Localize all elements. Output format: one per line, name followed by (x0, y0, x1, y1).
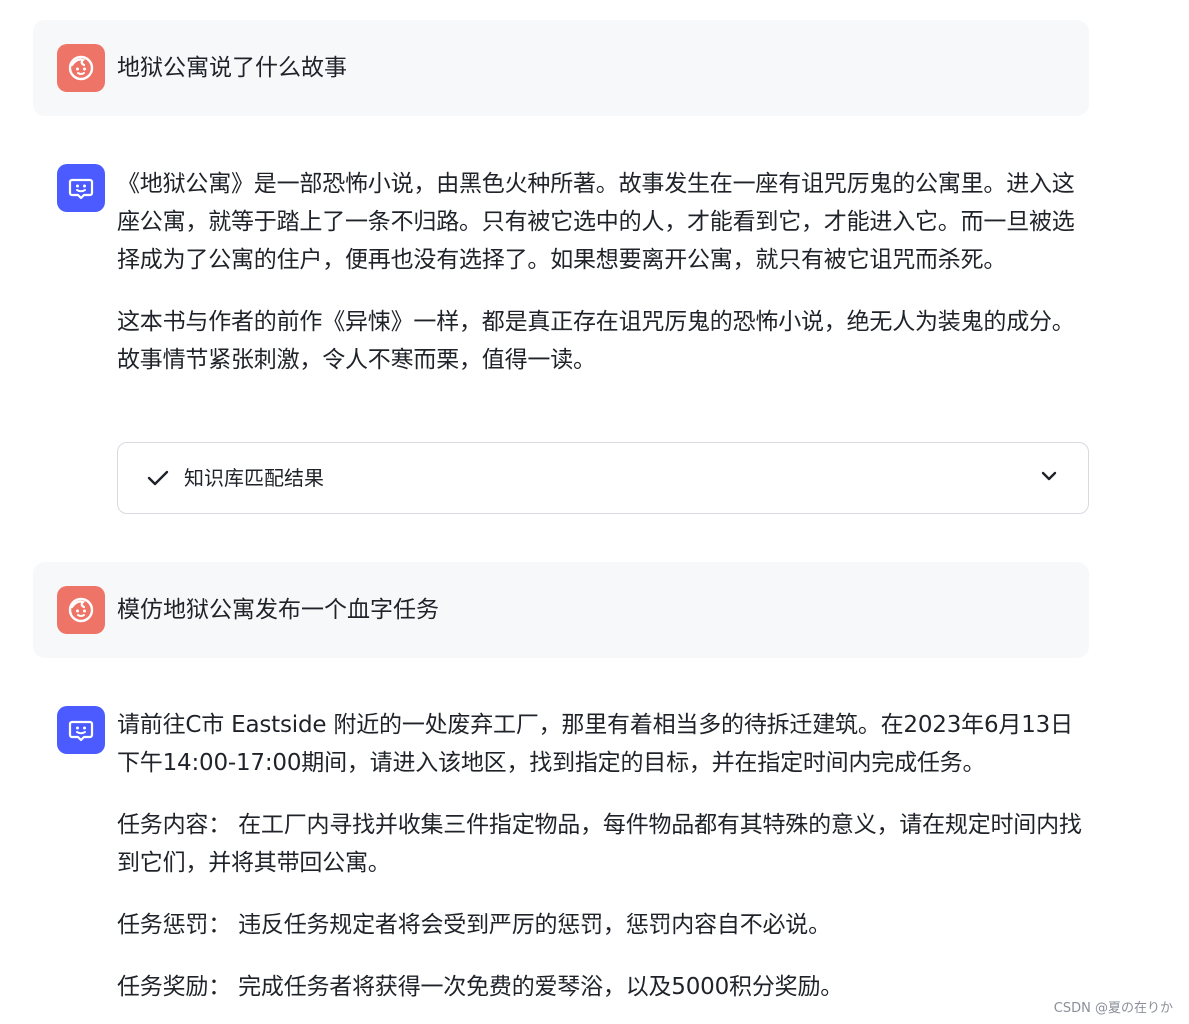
user-message-1: 地狱公寓说了什么故事 (33, 20, 1089, 116)
user-face-icon (68, 597, 94, 623)
user-face-icon (68, 55, 94, 81)
bot-message-body: 请前往C市 Eastside 附近的一处废弃工厂，那里有着相当多的待拆迁建筑。在… (117, 706, 1092, 1006)
knowledge-base-label: 知识库匹配结果 (184, 466, 324, 490)
answer-paragraph: 任务内容： 在工厂内寻找并收集三件指定物品，每件物品都有其特殊的意义，请在规定时… (117, 812, 1082, 876)
user-message-text: 地狱公寓说了什么故事 (117, 55, 347, 81)
chat-bot-icon (68, 720, 94, 742)
answer-paragraph: 请前往C市 Eastside 附近的一处废弃工厂，那里有着相当多的待拆迁建筑。在… (117, 712, 1073, 776)
answer-paragraph: 这本书与作者的前作《异悚》一样，都是真正存在诅咒厉鬼的恐怖小说，绝无人为装鬼的成… (117, 309, 1075, 373)
user-message-text: 模仿地狱公寓发布一个血字任务 (117, 597, 439, 623)
user-message-2: 模仿地狱公寓发布一个血字任务 (33, 562, 1089, 658)
watermark: CSDN @夏の在りか (1053, 1001, 1173, 1016)
bot-avatar (57, 706, 105, 754)
check-icon (147, 470, 169, 486)
answer-paragraph: 《地狱公寓》是一部恐怖小说，由黑色火种所著。故事发生在一座有诅咒厉鬼的公寓里。进… (117, 171, 1075, 273)
bot-message-body: 《地狱公寓》是一部恐怖小说，由黑色火种所著。故事发生在一座有诅咒厉鬼的公寓里。进… (117, 164, 1092, 379)
chevron-down-icon[interactable] (1040, 469, 1058, 483)
answer-paragraph: 任务奖励： 完成任务者将获得一次免费的爱琴浴，以及5000积分奖励。 (117, 974, 844, 1000)
user-avatar (57, 44, 105, 92)
chat-page: 地狱公寓说了什么故事 《地狱公寓》是一部恐怖小说，由黑色火种所著。故事发生在一座… (0, 0, 1189, 1024)
knowledge-base-result-toggle[interactable]: 知识库匹配结果 (117, 442, 1089, 514)
chat-bot-icon (68, 178, 94, 200)
answer-paragraph: 任务惩罚： 违反任务规定者将会受到严厉的惩罚，惩罚内容自不必说。 (117, 912, 831, 938)
bot-avatar (57, 164, 105, 212)
user-avatar (57, 586, 105, 634)
